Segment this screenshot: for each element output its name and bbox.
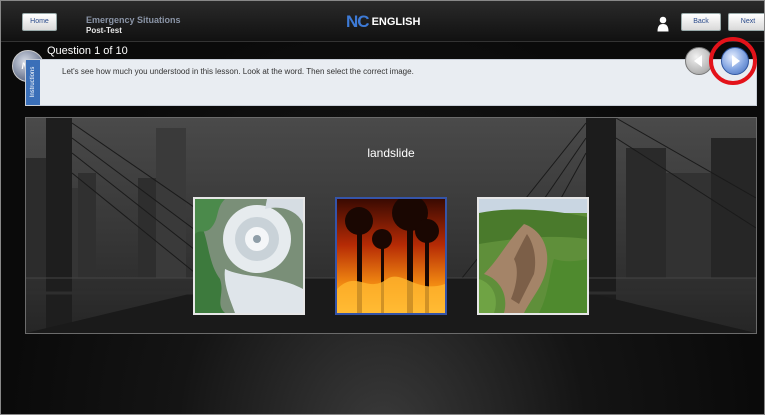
question-counter: Question 1 of 10: [47, 45, 128, 57]
next-button[interactable]: Next: [728, 13, 764, 31]
target-word: landslide: [367, 146, 415, 160]
question-stage: landslide: [25, 117, 757, 334]
answer-choice-2[interactable]: [335, 197, 447, 315]
instructions-panel: Instructions Let's see how much you unde…: [25, 59, 757, 106]
landslide-image: [479, 199, 587, 313]
hurricane-satellite-image: [195, 199, 303, 313]
back-button[interactable]: Back: [681, 13, 721, 31]
lesson-title: Emergency Situations: [86, 15, 181, 25]
app-logo: NC ENGLISH: [346, 12, 421, 31]
lesson-subtitle: Post-Test: [86, 26, 122, 35]
logo-text: ENGLISH: [371, 16, 421, 28]
instructions-tab-label: Instructions: [30, 66, 36, 98]
top-bar: Home Emergency Situations Post-Test NC E…: [1, 1, 764, 42]
instructions-tab[interactable]: Instructions: [26, 60, 40, 105]
answer-choice-3[interactable]: [477, 197, 589, 315]
app-frame: Home Emergency Situations Post-Test NC E…: [0, 0, 765, 415]
user-icon[interactable]: [657, 16, 669, 32]
logo-mark: NC: [346, 12, 370, 31]
home-button[interactable]: Home: [22, 13, 57, 31]
highlight-circle: [709, 37, 757, 85]
forest-fire-image: [337, 199, 445, 313]
answer-choice-1[interactable]: [193, 197, 305, 315]
instructions-text: Let's see how much you understood in thi…: [62, 67, 414, 76]
